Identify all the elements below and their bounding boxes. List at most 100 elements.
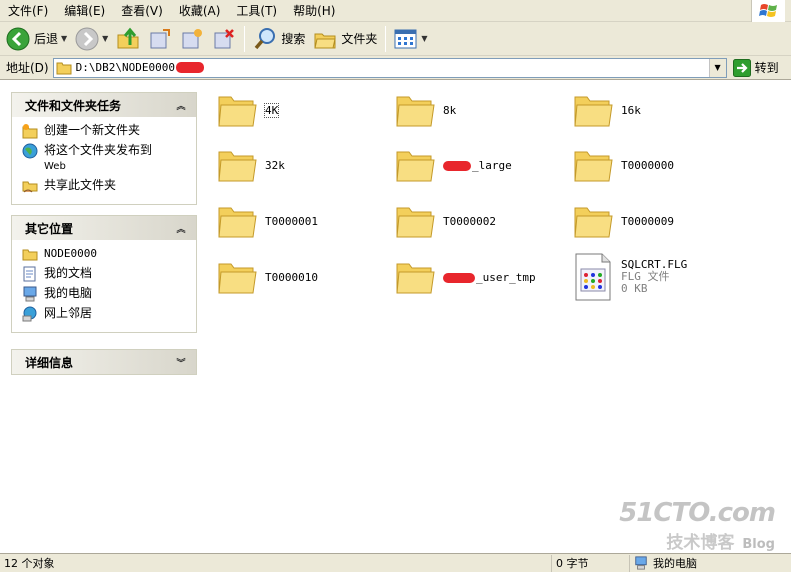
address-dropdown-button[interactable]: ▼ (708, 58, 726, 77)
folder-icon (396, 207, 435, 238)
folder-item[interactable]: 32k (217, 146, 285, 184)
folder-item[interactable]: T0000010 (217, 258, 318, 296)
copy-to-button[interactable] (176, 24, 208, 54)
delete-button[interactable] (208, 24, 240, 54)
forward-dropdown-icon[interactable]: ▼ (102, 34, 108, 43)
file-list: 4K 8k 16k 32k _large T0000000 T0000001 T… (207, 81, 791, 553)
place-my-documents[interactable]: 我的文档 (22, 266, 196, 282)
publish-web-icon (22, 143, 38, 159)
go-label: 转到 (754, 61, 779, 75)
move-to-icon (150, 28, 171, 48)
menu-help[interactable]: 帮助(H) (285, 0, 343, 22)
file-item[interactable]: SQLCRT.FLG FLG 文件 0 KB (573, 253, 687, 301)
watermark-main: 51CTO.com (619, 498, 776, 528)
forward-button[interactable]: ▼ (71, 24, 112, 54)
delete-icon (214, 28, 235, 48)
folder-name: T0000000 (621, 158, 674, 172)
folder-item[interactable]: 4K (217, 91, 280, 129)
share-folder-icon (22, 181, 38, 193)
address-path: D:\DB2\NODE0000 (75, 61, 175, 74)
task-pane: 文件和文件夹任务 ︽ 创建一个新文件夹 将这个文件夹发布到 Web 共享此文件夹… (0, 81, 207, 553)
expand-chevron-icon[interactable]: ︾ (174, 355, 188, 369)
place-my-computer[interactable]: 我的电脑 (22, 286, 196, 302)
folder-name: 8k (443, 103, 457, 117)
toolbar-separator (244, 25, 246, 52)
folder-item[interactable]: T0000002 (395, 202, 496, 240)
file-tasks-panel: 文件和文件夹任务 ︽ 创建一个新文件夹 将这个文件夹发布到 Web 共享此文件夹 (11, 92, 197, 205)
place-network-label: 网上邻居 (44, 306, 93, 320)
name-redaction (443, 160, 471, 171)
status-location: 我的电脑 (630, 555, 791, 572)
folder-icon (218, 263, 257, 294)
menu-edit[interactable]: 编辑(E) (56, 0, 113, 22)
menu-favorites[interactable]: 收藏(A) (171, 0, 229, 22)
task-new-folder[interactable]: 创建一个新文件夹 (22, 123, 196, 139)
move-to-button[interactable] (144, 24, 176, 54)
folder-icon (22, 249, 38, 261)
folder-item[interactable]: _user_tmp (395, 258, 536, 296)
other-places-title: 其它位置 (25, 221, 74, 236)
folder-icon (396, 263, 435, 294)
new-folder-icon (22, 124, 38, 139)
search-icon (254, 27, 276, 49)
task-publish-web-sub: Web (44, 161, 66, 172)
go-button[interactable]: 转到 (732, 58, 779, 77)
back-label: 后退 (34, 32, 59, 46)
copy-to-icon (182, 28, 203, 48)
menu-tools[interactable]: 工具(T) (228, 0, 285, 22)
folders-button[interactable]: 文件夹 (309, 24, 381, 54)
address-redaction (175, 62, 204, 73)
task-publish-web[interactable]: 将这个文件夹发布到 Web (22, 143, 196, 174)
my-computer-icon (635, 556, 647, 570)
details-title: 详细信息 (25, 355, 74, 370)
views-dropdown-icon[interactable]: ▼ (421, 34, 427, 43)
toolbar-separator (385, 25, 387, 52)
folder-name: T0000001 (265, 214, 318, 228)
menu-file[interactable]: 文件(F) (0, 0, 56, 22)
status-size: 0 字节 (552, 554, 630, 572)
place-node0000[interactable]: NODE0000 (22, 246, 196, 262)
menu-bar: 文件(F) 编辑(E) 查看(V) 收藏(A) 工具(T) 帮助(H) (0, 0, 791, 22)
folder-icon (218, 96, 257, 127)
toolbar: 后退 ▼ ▼ 搜索 文件夹 ▼ (0, 22, 791, 56)
other-places-header[interactable]: 其它位置 ︽ (12, 216, 196, 240)
search-button[interactable]: 搜索 (249, 24, 309, 54)
up-button[interactable] (112, 24, 144, 54)
task-share-folder[interactable]: 共享此文件夹 (22, 178, 196, 194)
folder-icon (56, 62, 72, 74)
place-node0000-label: NODE0000 (44, 247, 97, 260)
folder-item[interactable]: T0000000 (573, 146, 674, 184)
forward-arrow-icon (75, 27, 99, 50)
folder-item[interactable]: T0000001 (217, 202, 318, 240)
folder-item[interactable]: 16k (573, 91, 641, 129)
folder-icon (218, 207, 257, 238)
folder-icon (396, 151, 435, 182)
menu-view[interactable]: 查看(V) (113, 0, 171, 22)
back-button[interactable]: 后退 ▼ (2, 24, 71, 54)
folder-item[interactable]: T0000009 (573, 202, 674, 240)
file-tasks-header[interactable]: 文件和文件夹任务 ︽ (12, 93, 196, 117)
place-network[interactable]: 网上邻居 (22, 306, 196, 322)
folder-item[interactable]: _large (395, 146, 512, 184)
collapse-chevron-icon[interactable]: ︽ (174, 98, 188, 112)
views-button[interactable]: ▼ (390, 24, 431, 54)
address-input[interactable]: D:\DB2\NODE0000 ▼ (52, 57, 727, 78)
go-arrow-icon (732, 58, 751, 77)
collapse-chevron-icon[interactable]: ︽ (174, 221, 188, 235)
folder-icon (218, 151, 257, 182)
task-new-folder-label: 创建一个新文件夹 (44, 123, 141, 137)
task-publish-web-label: 将这个文件夹发布到 (44, 143, 153, 157)
other-places-panel: 其它位置 ︽ NODE0000 我的文档 我的电脑 网上邻居 (11, 215, 197, 333)
task-share-folder-label: 共享此文件夹 (44, 178, 117, 192)
folder-name: 32k (265, 158, 285, 172)
folder-item[interactable]: 8k (395, 91, 456, 129)
details-header[interactable]: 详细信息 ︾ (12, 350, 196, 374)
views-icon (394, 29, 417, 48)
details-panel: 详细信息 ︾ (11, 349, 197, 375)
folder-icon (574, 96, 613, 127)
name-redaction (443, 272, 475, 283)
file-size: 0 KB (621, 282, 648, 295)
watermark: 51CTO.com 技术博客 Blog (619, 498, 776, 553)
back-dropdown-icon[interactable]: ▼ (61, 34, 67, 43)
file-meta: SQLCRT.FLG FLG 文件 0 KB (621, 259, 687, 295)
